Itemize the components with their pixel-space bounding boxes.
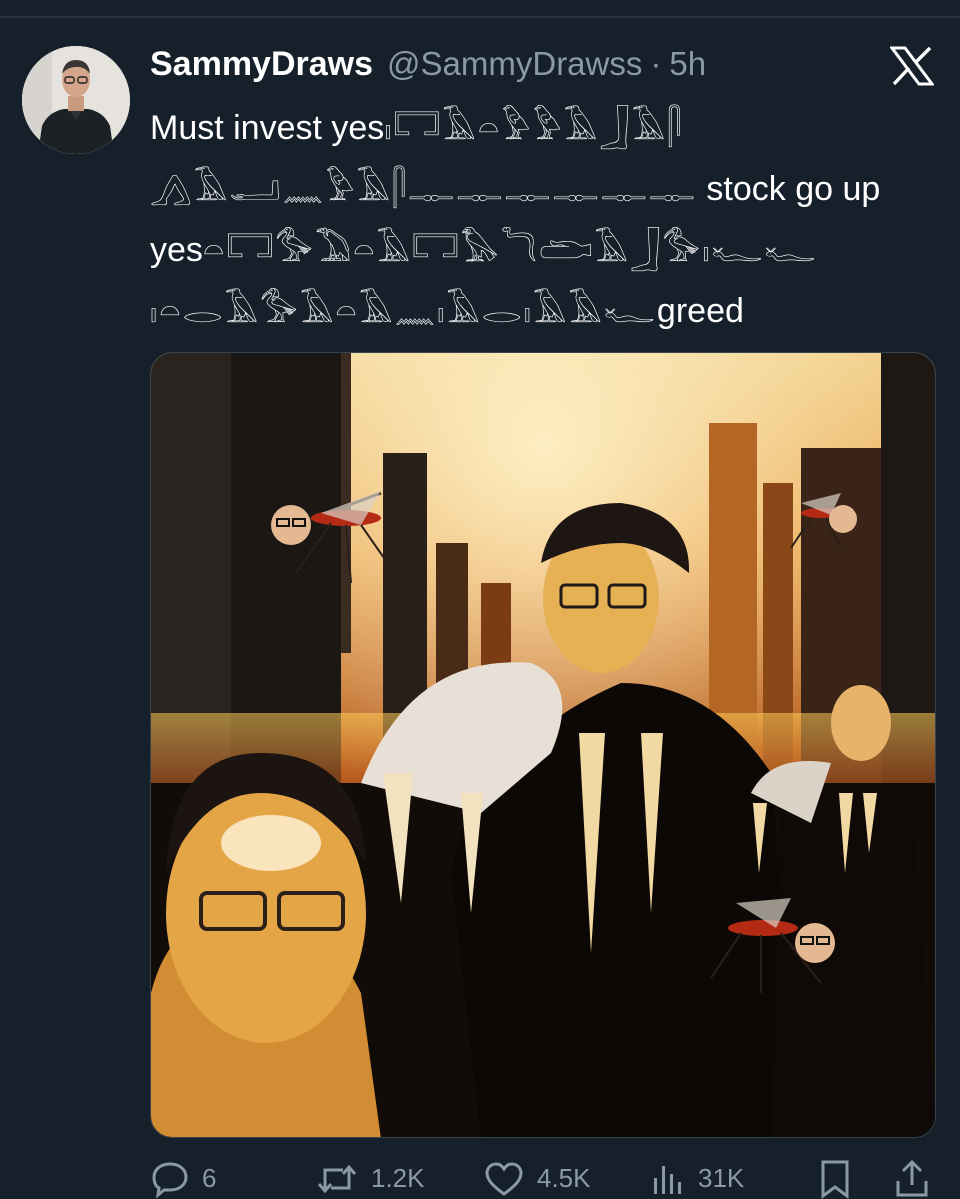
reply-icon — [152, 1161, 188, 1198]
views-icon — [654, 1165, 681, 1194]
retweet-button[interactable]: 1.2K — [315, 1158, 425, 1199]
share-icon — [896, 1159, 928, 1196]
separator-dot: · — [650, 45, 662, 82]
tweet-actions: 6 1.2K 4.5K 31K — [150, 1158, 936, 1199]
display-name[interactable]: SammyDraws — [150, 45, 373, 84]
text-line-3: yes𓏏𓉐𓅜𓅐𓏏𓄿𓉐𓅃𓆓𓂧𓄿𓃀𓅜𓏤𓆑𓆑 — [150, 220, 930, 281]
tweet-header: SammyDraws @SammyDrawss · 5h — [150, 42, 706, 86]
hieroglyph-segment: 𓏤𓉐𓄿𓏏𓅱𓅱𓄿𓃀𓄿𓋴 — [384, 108, 684, 148]
user-handle[interactable]: @SammyDrawss — [387, 45, 642, 83]
bookmark-button[interactable] — [818, 1158, 852, 1199]
avatar[interactable] — [22, 46, 130, 154]
retweet-count: 1.2K — [371, 1163, 425, 1193]
timestamp[interactable]: 5h — [669, 45, 706, 83]
share-button[interactable] — [894, 1158, 930, 1199]
text-line-1: Must invest yes𓏤𓉐𓄿𓏏𓅱𓅱𓄿𓃀𓄿𓋴 — [150, 98, 930, 159]
hieroglyph-segment: 𓂻𓄿𓂝𓈖𓅱𓄿𓋴𓊃𓊃𓊃𓊃𓊃𓊃 — [150, 169, 697, 209]
divider — [0, 16, 960, 18]
text-segment: yes — [150, 231, 203, 269]
like-icon — [485, 1161, 523, 1196]
bookmark-icon — [821, 1160, 849, 1199]
text-line-4: 𓏤𓏏𓂋𓄿𓅜𓄿𓏏𓄿𓈖𓏤𓄿𓂋𓏤𓄿𓄿𓆑greed — [150, 281, 930, 342]
tweet-text: Must invest yes𓏤𓉐𓄿𓏏𓅱𓅱𓄿𓃀𓄿𓋴 𓂻𓄿𓂝𓈖𓅱𓄿𓋴𓊃𓊃𓊃𓊃𓊃𓊃 … — [150, 98, 930, 342]
x-logo-icon — [889, 46, 935, 86]
hieroglyph-segment: 𓏏𓉐𓅜𓅐𓏏𓄿𓉐𓅃𓆓𓂧𓄿𓃀𓅜𓏤𓆑𓆑 — [202, 230, 818, 270]
hieroglyph-segment: 𓏤𓏏𓂋𓄿𓅜𓄿𓏏𓄿𓈖𓏤𓄿𓂋𓏤𓄿𓄿𓆑 — [150, 291, 657, 331]
like-button[interactable]: 4.5K — [483, 1158, 591, 1199]
tweet-media-image[interactable] — [150, 352, 936, 1138]
like-count: 4.5K — [537, 1163, 591, 1193]
text-segment: stock go up — [696, 170, 881, 208]
text-line-2: 𓂻𓄿𓂝𓈖𓅱𓄿𓋴𓊃𓊃𓊃𓊃𓊃𓊃 stock go up — [150, 159, 930, 220]
views-button[interactable]: 31K — [650, 1158, 744, 1199]
text-segment: greed — [656, 292, 744, 330]
retweet-icon — [317, 1164, 357, 1193]
view-count: 31K — [698, 1163, 745, 1193]
text-segment: Must invest yes — [150, 109, 385, 147]
foreground-figure — [151, 753, 381, 1137]
reply-button[interactable]: 6 — [150, 1158, 216, 1199]
tweet: SammyDraws @SammyDrawss · 5h Must invest… — [0, 0, 960, 1199]
reply-count: 6 — [202, 1163, 217, 1193]
